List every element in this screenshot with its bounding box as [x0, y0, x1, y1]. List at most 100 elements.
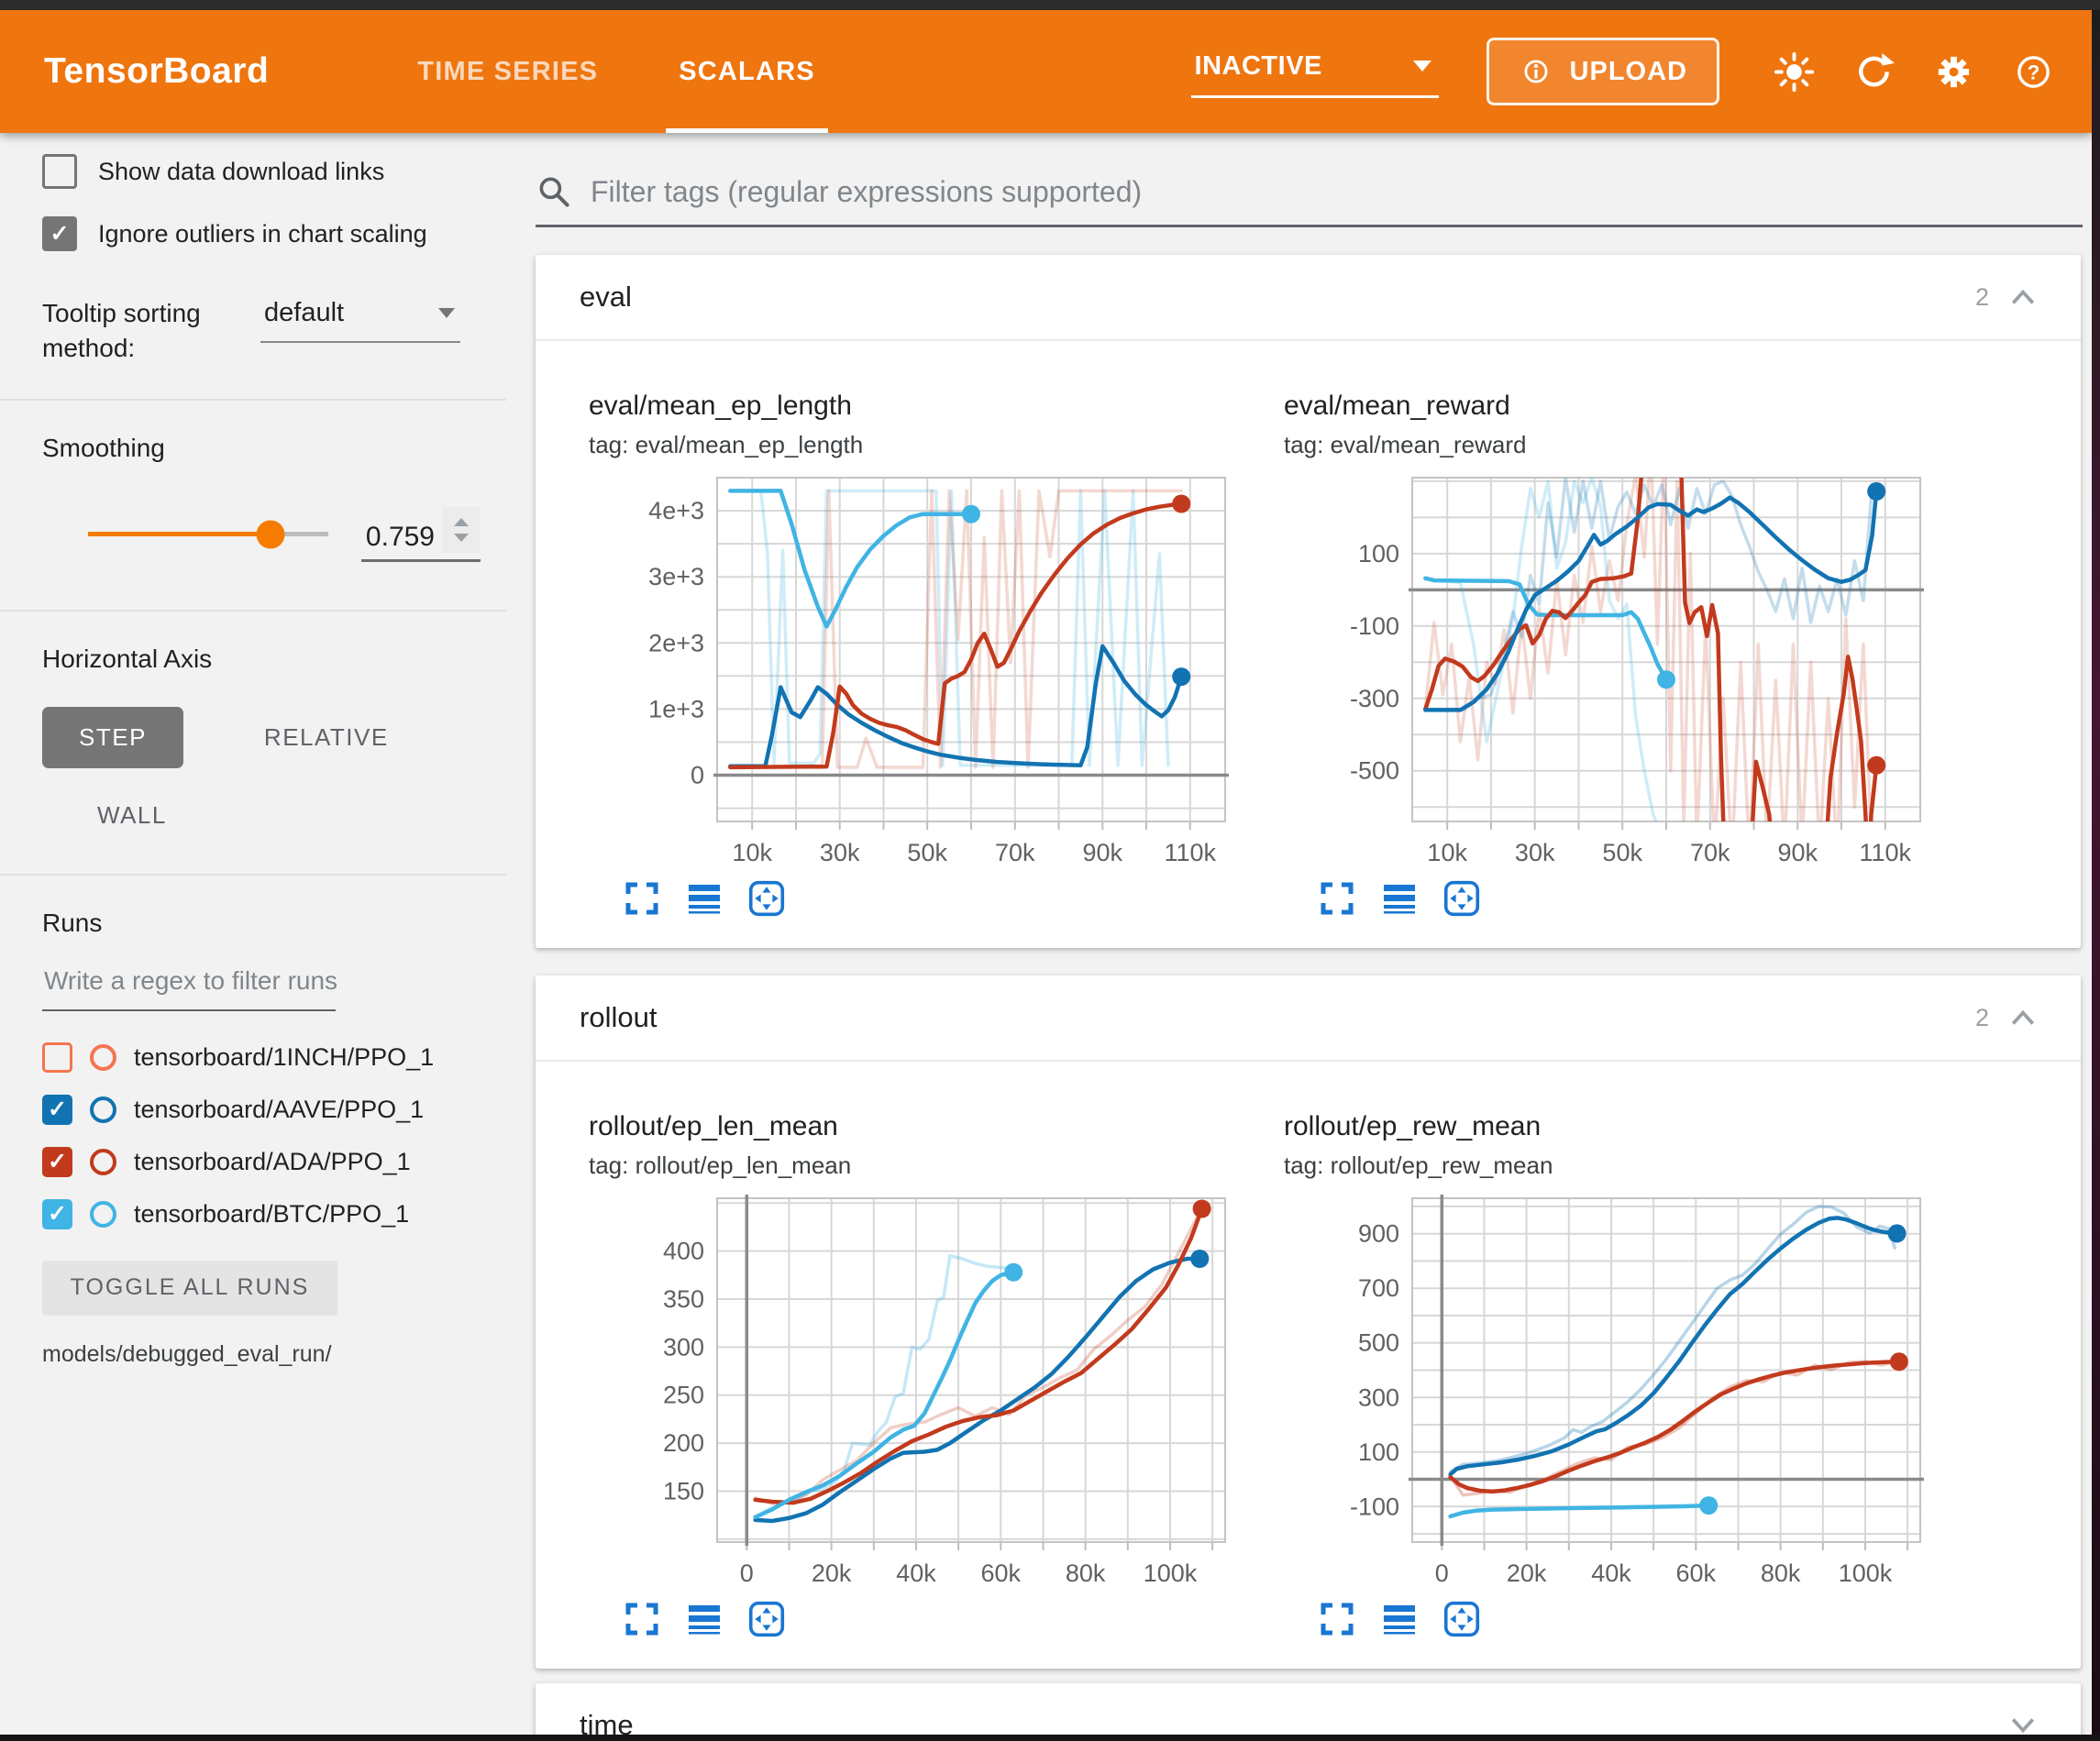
svg-text:2e+3: 2e+3: [648, 629, 704, 656]
pan-zoom-button[interactable]: [1443, 1601, 1480, 1637]
stepper-down-icon[interactable]: [454, 534, 469, 542]
data-series-button[interactable]: [686, 880, 723, 917]
tab-scalars[interactable]: SCALARS: [638, 10, 856, 133]
main-content: eval 2 eval/mean_ep_lengthtag: eval/mean…: [506, 133, 2092, 1735]
section-card-eval: eval 2 eval/mean_ep_lengthtag: eval/mean…: [536, 255, 2081, 948]
svg-text:150: 150: [663, 1478, 704, 1505]
run-row[interactable]: ✓tensorboard/BTC/PPO_1: [42, 1188, 506, 1240]
svg-text:90k: 90k: [1778, 839, 1818, 866]
run-checkbox[interactable]: ✓: [42, 1199, 72, 1229]
stepper-up-icon[interactable]: [454, 518, 469, 526]
section-card-time: time: [536, 1683, 2081, 1735]
tooltip-sorting-dropdown[interactable]: default: [260, 296, 460, 343]
svg-text:-100: -100: [1350, 612, 1399, 640]
line-chart[interactable]: 100-100-300-50010k30k50k70k90k110k: [1284, 472, 1926, 868]
run-color-radio[interactable]: [90, 1201, 116, 1228]
checkbox[interactable]: ✓: [42, 216, 77, 251]
filter-tags-input[interactable]: [589, 174, 2083, 210]
svg-text:40k: 40k: [1591, 1559, 1631, 1587]
data-series-button[interactable]: [1381, 880, 1418, 917]
svg-text:110k: 110k: [1860, 839, 1912, 866]
axis-option-wall[interactable]: WALL: [61, 785, 204, 846]
smoothing-value[interactable]: 0.759: [361, 522, 435, 553]
filter-tags-field[interactable]: [536, 173, 2083, 227]
svg-text:20k: 20k: [812, 1559, 852, 1587]
svg-text:400: 400: [663, 1238, 704, 1265]
axis-option-step[interactable]: STEP: [42, 707, 183, 768]
run-checkbox[interactable]: [42, 1042, 72, 1073]
svg-text:900: 900: [1358, 1220, 1399, 1248]
section-count: 2: [1975, 1004, 1989, 1032]
expand-chart-button[interactable]: [624, 1601, 660, 1637]
svg-text:60k: 60k: [981, 1559, 1022, 1587]
smoothing-value-box: 0.759: [361, 507, 481, 562]
runs-filter-input[interactable]: [42, 965, 339, 997]
axis-option-relative[interactable]: RELATIVE: [227, 707, 426, 768]
settings-gear-icon[interactable]: [1932, 50, 1975, 94]
chart-toolbar: [1319, 880, 1926, 917]
chevron-up-icon[interactable]: [2009, 1008, 2037, 1028]
expand-chart-button[interactable]: [624, 880, 660, 917]
sync-status-dropdown[interactable]: INACTIVE: [1191, 46, 1439, 98]
svg-text:0: 0: [1435, 1559, 1449, 1587]
brightness-icon[interactable]: [1773, 50, 1816, 94]
section-header-eval[interactable]: eval 2: [536, 255, 2081, 341]
help-icon[interactable]: ?: [2012, 50, 2055, 94]
smoothing-slider[interactable]: [88, 532, 328, 536]
tab-time-series[interactable]: TIME SERIES: [377, 10, 638, 133]
pan-zoom-button[interactable]: [1443, 880, 1480, 917]
divider: [0, 874, 506, 876]
section-header-rollout[interactable]: rollout 2: [536, 975, 2081, 1062]
chevron-down-icon: [1413, 61, 1431, 72]
svg-text:80k: 80k: [1066, 1559, 1106, 1587]
run-color-radio[interactable]: [90, 1096, 116, 1123]
window-right-border: [2092, 0, 2100, 1741]
runs-filter-field[interactable]: [42, 965, 336, 1011]
expand-chart-button[interactable]: [1319, 880, 1355, 917]
window-bottom-border: [0, 1735, 2100, 1741]
chart-title: eval/mean_ep_length: [589, 391, 1231, 422]
svg-text:300: 300: [1358, 1383, 1399, 1411]
run-color-radio[interactable]: [90, 1044, 116, 1071]
run-checkbox[interactable]: ✓: [42, 1147, 72, 1177]
expand-chart-button[interactable]: [1319, 1601, 1355, 1637]
svg-text:?: ?: [2028, 61, 2040, 83]
pan-zoom-button[interactable]: [748, 880, 785, 917]
show-download-links-row[interactable]: Show data download links: [42, 148, 506, 195]
refresh-icon[interactable]: [1852, 50, 1896, 94]
toggle-all-runs-button[interactable]: TOGGLE ALL RUNS: [42, 1261, 337, 1316]
run-row[interactable]: ✓tensorboard/AAVE/PPO_1: [42, 1084, 506, 1136]
smoothing-stepper[interactable]: [442, 507, 481, 553]
svg-text:100k: 100k: [1839, 1559, 1893, 1587]
svg-text:100: 100: [1358, 1438, 1399, 1466]
svg-text:50k: 50k: [1602, 839, 1642, 866]
data-series-button[interactable]: [1381, 1601, 1418, 1637]
chart-title: rollout/ep_rew_mean: [1284, 1111, 1926, 1142]
chart-toolbar: [624, 880, 1231, 917]
run-checkbox[interactable]: ✓: [42, 1095, 72, 1125]
slider-fill: [88, 532, 271, 536]
chevron-down-icon[interactable]: [2009, 1715, 2037, 1735]
data-series-button[interactable]: [686, 1601, 723, 1637]
horizontal-axis-label: Horizontal Axis: [42, 645, 506, 674]
run-row[interactable]: ✓tensorboard/ADA/PPO_1: [42, 1136, 506, 1188]
svg-text:40k: 40k: [896, 1559, 936, 1587]
line-chart[interactable]: 150200250300350400020k40k60k80k100k: [589, 1193, 1231, 1589]
chevron-up-icon[interactable]: [2009, 287, 2037, 307]
ignore-outliers-row[interactable]: ✓ Ignore outliers in chart scaling: [42, 210, 506, 258]
pan-zoom-button[interactable]: [748, 1601, 785, 1637]
svg-text:4e+3: 4e+3: [648, 497, 704, 524]
slider-thumb[interactable]: [257, 520, 285, 548]
run-color-radio[interactable]: [90, 1149, 116, 1175]
section-header-time[interactable]: time: [536, 1683, 2081, 1735]
upload-button[interactable]: UPLOAD: [1487, 38, 1719, 105]
svg-text:-500: -500: [1350, 757, 1399, 785]
checkbox[interactable]: [42, 154, 77, 189]
section-count: 2: [1975, 283, 1989, 312]
run-row[interactable]: tensorboard/1INCH/PPO_1: [42, 1031, 506, 1084]
line-chart[interactable]: 01e+32e+33e+34e+310k30k50k70k90k110k: [589, 472, 1231, 868]
run-label: tensorboard/1INCH/PPO_1: [134, 1043, 434, 1072]
line-chart[interactable]: -100100300500700900020k40k60k80k100k: [1284, 1193, 1926, 1589]
svg-text:80k: 80k: [1761, 1559, 1801, 1587]
svg-text:500: 500: [1358, 1329, 1399, 1357]
